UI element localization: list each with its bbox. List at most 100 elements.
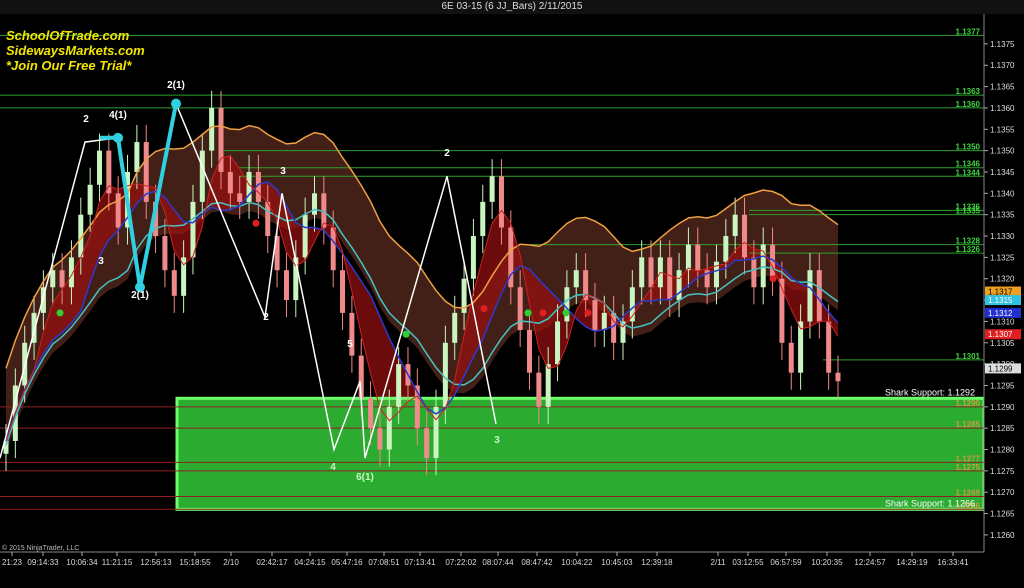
candle-body — [592, 300, 598, 330]
x-tick-label: 10:04:22 — [561, 558, 593, 567]
y-tick-label: 1.1365 — [990, 83, 1015, 92]
x-tick-label: 12:56:13 — [140, 558, 172, 567]
level-label-1.1377: 1.1377 — [956, 27, 981, 36]
zigzag-label: 2(1) — [167, 80, 185, 91]
x-tick-label: 12:39:18 — [641, 558, 673, 567]
x-tick-label: 14:29:19 — [896, 558, 928, 567]
axis-price-box-label: 1.1307 — [988, 330, 1013, 339]
y-tick-label: 1.1330 — [990, 232, 1015, 241]
level-label-1.1285: 1.1285 — [956, 420, 981, 429]
candle-body — [498, 176, 504, 228]
signal-dot — [252, 219, 260, 227]
candle-body — [340, 270, 346, 313]
candle-body — [816, 270, 822, 322]
y-tick-label: 1.1340 — [990, 189, 1015, 198]
candle-body — [667, 257, 673, 301]
y-tick-label: 1.1260 — [990, 531, 1015, 540]
candle-body — [96, 150, 102, 185]
candle-body — [788, 342, 794, 373]
candle-body — [237, 193, 243, 202]
candle-body — [517, 287, 523, 330]
x-tick-label: 21:23 — [2, 558, 23, 567]
candle-body — [59, 270, 65, 288]
zigzag-label: 4 — [330, 462, 336, 473]
candle-body — [209, 107, 215, 151]
y-tick-label: 1.1265 — [990, 510, 1015, 519]
level-label-1.1360: 1.1360 — [956, 100, 981, 109]
signal-dot — [562, 309, 570, 317]
zigzag-label: 3 — [494, 435, 500, 446]
zigzag-label: 5 — [347, 339, 353, 350]
candle-body — [227, 171, 233, 194]
zigzag-label: 6(1) — [356, 472, 374, 483]
x-tick-label: 07:22:02 — [445, 558, 477, 567]
support-zone — [177, 398, 984, 510]
x-tick-label: 11:21:15 — [102, 558, 133, 567]
zigzag-label: 2 — [263, 312, 269, 323]
candle-body — [87, 184, 93, 215]
x-tick-label: 07:08:51 — [368, 558, 400, 567]
level-label-1.1326: 1.1326 — [956, 245, 981, 254]
brand-line-2: SidewaysMarkets.com — [6, 43, 145, 58]
x-tick-label: 10:06:34 — [66, 558, 98, 567]
x-tick-label: 15:18:55 — [179, 558, 211, 567]
candle-body — [396, 364, 402, 407]
candle-body — [442, 342, 448, 407]
zigzag-label: 2 — [444, 148, 450, 159]
candle-body — [835, 372, 841, 382]
candle-body — [171, 270, 177, 296]
level-label-1.1275: 1.1275 — [956, 463, 981, 472]
shark-support-label: Shark Support: 1.1266 — [885, 498, 975, 508]
pivot-dot — [171, 98, 181, 109]
candle-body — [50, 270, 56, 288]
candle-body — [386, 406, 392, 450]
candle-body — [302, 214, 308, 258]
shark-support-label: Shark Support: 1.1292 — [885, 387, 975, 397]
candle-body — [311, 193, 317, 215]
candle-body — [732, 214, 738, 237]
brand-line-1: SchoolOfTrade.com — [6, 28, 130, 43]
signal-dot — [402, 330, 410, 338]
level-label-1.1269: 1.1269 — [956, 488, 981, 497]
candle-body — [377, 428, 383, 450]
signal-dot — [584, 309, 592, 317]
signal-dot — [769, 275, 777, 283]
y-tick-label: 1.1325 — [990, 253, 1015, 262]
level-label-1.1335: 1.1335 — [956, 207, 981, 216]
candle-body — [601, 312, 607, 330]
signal-dot — [539, 309, 547, 317]
candle-body — [676, 270, 682, 301]
x-tick-label: 2/11 — [711, 558, 727, 567]
candle-body — [162, 236, 168, 271]
candle-body — [489, 176, 495, 202]
candle-body — [330, 227, 336, 271]
y-tick-label: 1.1350 — [990, 147, 1015, 156]
candle-body — [480, 201, 486, 237]
signal-dot — [524, 309, 532, 317]
level-label-1.1290: 1.1290 — [956, 399, 981, 408]
y-tick-label: 1.1270 — [990, 488, 1015, 497]
y-tick-label: 1.1280 — [990, 446, 1015, 455]
y-tick-label: 1.1375 — [990, 40, 1015, 49]
candle-body — [723, 236, 729, 262]
y-tick-label: 1.1295 — [990, 381, 1015, 390]
x-tick-label: 12:24:57 — [854, 558, 886, 567]
brand-line-3: *Join Our Free Trial* — [6, 58, 132, 73]
x-tick-label: 16:33:41 — [937, 558, 969, 567]
x-tick-label: 10:20:35 — [811, 558, 843, 567]
x-tick-label: 02:42:17 — [256, 558, 288, 567]
level-label-1.1363: 1.1363 — [956, 87, 981, 96]
zigzag-label: 2(1) — [131, 290, 149, 301]
x-tick-label: 07:13:41 — [404, 558, 436, 567]
axis-price-box-label: 1.1299 — [988, 364, 1013, 373]
signal-dot — [56, 309, 64, 317]
price-chart[interactable]: 1.13771.13631.13601.13501.13461.13441.13… — [0, 0, 1024, 588]
y-tick-label: 1.1345 — [990, 168, 1015, 177]
candle-body — [751, 257, 757, 288]
y-tick-label: 1.1285 — [990, 424, 1015, 433]
candle-body — [199, 150, 205, 202]
x-tick-label: 03:12:55 — [732, 558, 764, 567]
candle-body — [283, 270, 289, 301]
x-tick-label: 08:47:42 — [521, 558, 553, 567]
candle-body — [826, 321, 832, 373]
